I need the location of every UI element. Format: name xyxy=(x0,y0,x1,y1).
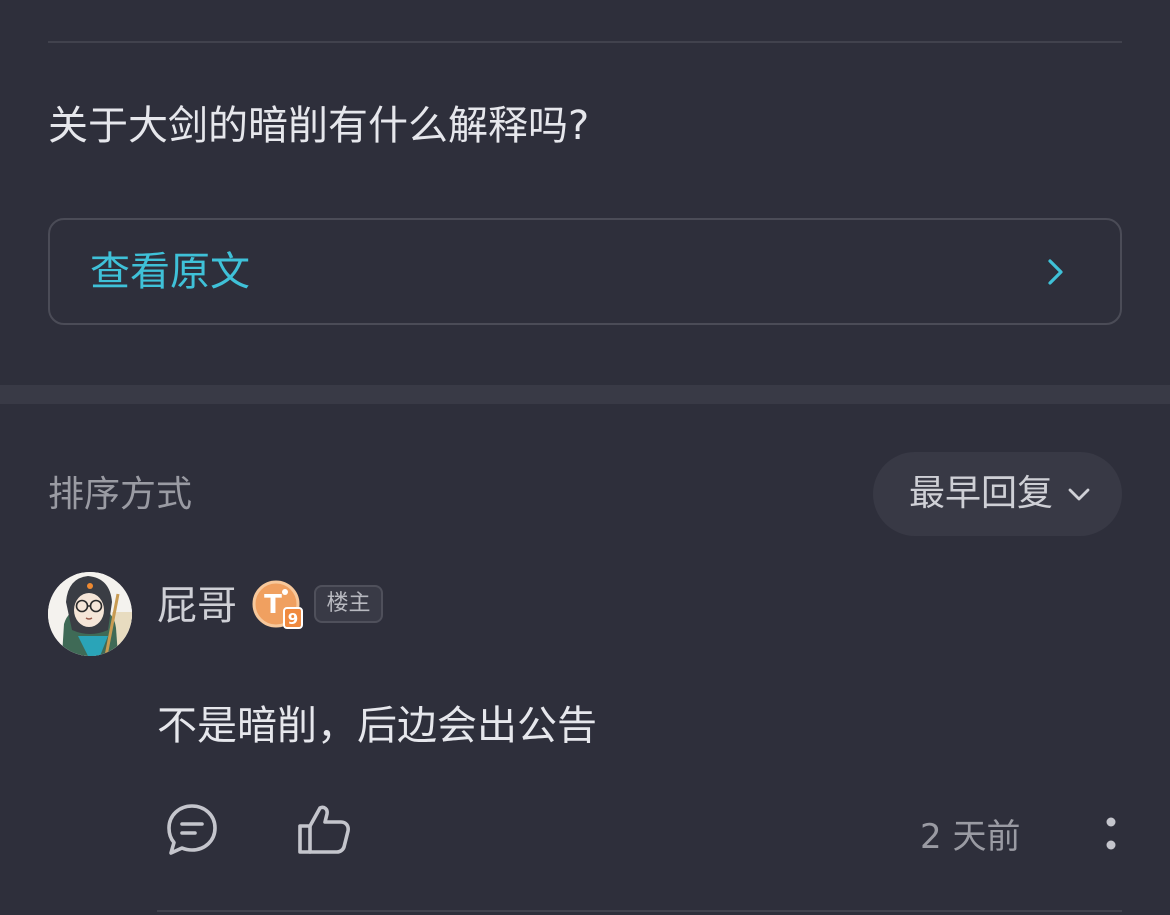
thumbs-up-icon[interactable] xyxy=(294,800,354,860)
sort-dropdown[interactable]: 最早回复 xyxy=(873,452,1122,536)
avatar-image xyxy=(48,572,132,656)
view-original-label: 查看原文 xyxy=(90,249,250,295)
sort-selected-value: 最早回复 xyxy=(909,473,1054,514)
chevron-down-icon xyxy=(1068,488,1090,501)
svg-text:9: 9 xyxy=(288,610,298,628)
post-question: 关于大剑的暗削有什么解释吗? xyxy=(48,103,590,149)
username[interactable]: 屁哥 xyxy=(157,580,237,632)
bottom-divider xyxy=(157,910,1122,912)
section-separator xyxy=(0,385,1170,404)
svg-text:T: T xyxy=(264,590,282,620)
more-vertical-icon[interactable] xyxy=(1096,814,1126,860)
owner-badge: 楼主 xyxy=(314,585,383,623)
sort-label: 排序方式 xyxy=(48,474,193,515)
owner-badge-label: 楼主 xyxy=(326,591,371,616)
comment-icon[interactable] xyxy=(162,800,222,860)
chevron-right-icon xyxy=(1048,259,1063,285)
level-badge-icon: T 9 xyxy=(252,580,303,629)
avatar[interactable] xyxy=(48,572,132,656)
view-original-button[interactable]: 查看原文 xyxy=(48,218,1122,325)
top-divider xyxy=(48,41,1122,43)
reply-content: 不是暗削，后边会出公告 xyxy=(157,703,597,749)
reply-timestamp: 2 天前 xyxy=(920,817,1021,857)
